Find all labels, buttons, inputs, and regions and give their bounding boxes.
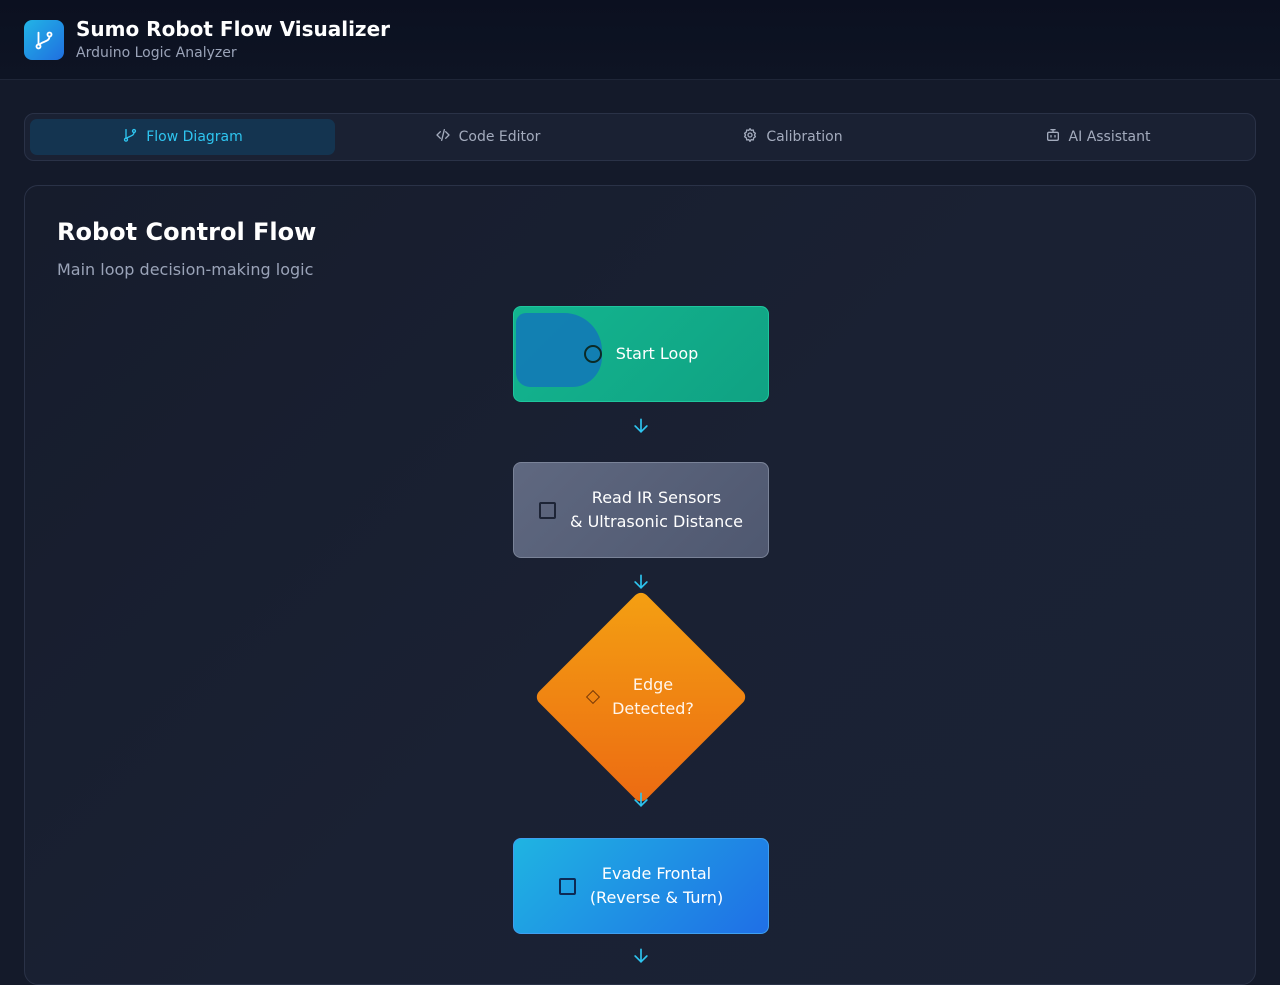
git-branch-icon <box>24 20 64 60</box>
tab-flow-diagram[interactable]: Flow Diagram <box>30 119 335 155</box>
app-subtitle: Arduino Logic Analyzer <box>76 45 237 61</box>
circle-icon <box>583 345 602 363</box>
node-label: Read IR Sensors & Ultrasonic Distance <box>570 486 743 534</box>
flow-node-start[interactable]: Start Loop <box>513 306 769 402</box>
page-title: Robot Control Flow <box>57 218 317 246</box>
node-label-line1: Evade Frontal <box>601 864 712 883</box>
tab-label: Code Editor <box>458 129 541 145</box>
bot-icon <box>1045 127 1061 147</box>
node-label: Start Loop <box>615 344 699 363</box>
tab-code-editor[interactable]: Code Editor <box>335 119 640 155</box>
flow-node-evade[interactable]: Evade Frontal (Reverse & Turn) <box>513 838 769 934</box>
tab-ai-assistant[interactable]: AI Assistant <box>945 119 1250 155</box>
flow-panel: Robot Control Flow Main loop decision-ma… <box>24 185 1256 985</box>
node-label-line2: & Ultrasonic Distance <box>570 512 743 531</box>
tab-label: Calibration <box>766 129 843 145</box>
git-branch-icon <box>122 127 138 147</box>
app-header: Sumo Robot Flow Visualizer Arduino Logic… <box>0 0 1280 80</box>
square-icon <box>539 501 557 519</box>
code-icon <box>435 127 451 147</box>
gear-icon <box>742 127 758 147</box>
tab-calibration[interactable]: Calibration <box>640 119 945 155</box>
flow-node-edge-detected[interactable]: Edge Detected? <box>533 589 749 805</box>
page-description: Main loop decision-making logic <box>57 260 314 279</box>
square-icon <box>558 877 576 895</box>
tab-bar: Flow Diagram Code Editor Calibration AI … <box>24 113 1256 161</box>
tab-label: Flow Diagram <box>146 129 243 145</box>
arrow-down-icon <box>631 790 651 810</box>
arrow-down-icon <box>631 946 651 966</box>
arrow-down-icon <box>631 416 651 436</box>
tab-label: AI Assistant <box>1068 129 1151 145</box>
decision-diamond[interactable] <box>533 589 749 805</box>
node-label-line1: Read IR Sensors <box>591 488 722 507</box>
node-label: Evade Frontal (Reverse & Turn) <box>590 862 723 910</box>
node-label-line2: (Reverse & Turn) <box>589 888 724 907</box>
flow-node-read-sensors[interactable]: Read IR Sensors & Ultrasonic Distance <box>513 462 769 558</box>
app-title: Sumo Robot Flow Visualizer <box>76 17 391 41</box>
